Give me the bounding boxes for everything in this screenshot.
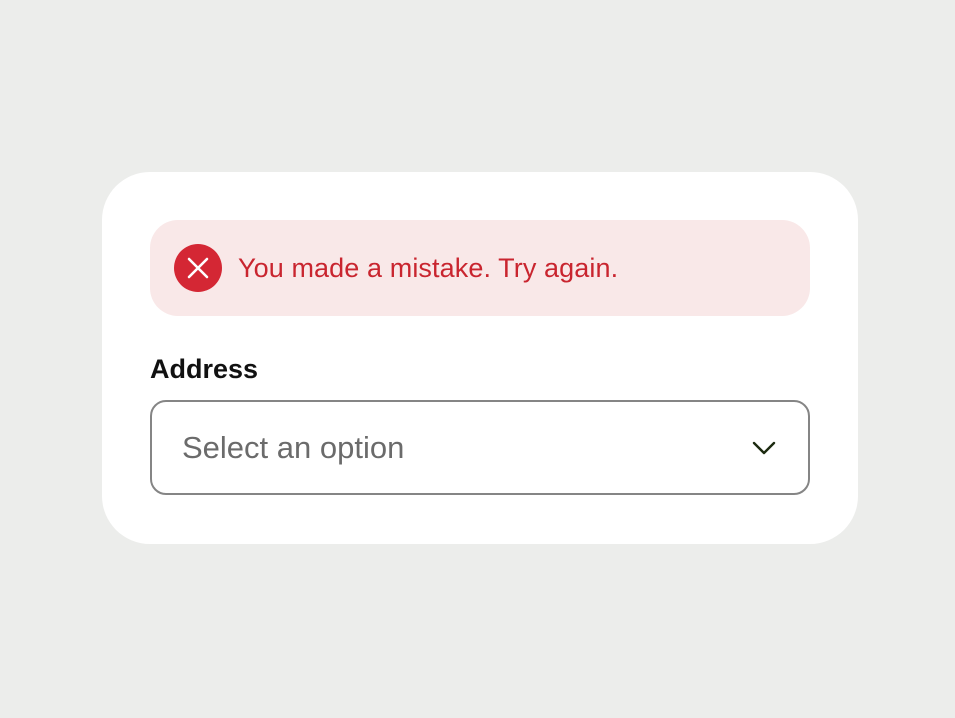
address-label: Address <box>150 354 259 384</box>
form-card: You made a mistake. Try again. Address S… <box>102 172 858 544</box>
chevron-down-icon <box>752 441 776 454</box>
address-select-placeholder: Select an option <box>182 429 405 465</box>
error-alert: You made a mistake. Try again. <box>150 220 810 316</box>
address-select[interactable]: Select an option <box>150 400 810 495</box>
error-message: You made a mistake. Try again. <box>238 253 619 283</box>
error-x-icon <box>174 244 222 292</box>
